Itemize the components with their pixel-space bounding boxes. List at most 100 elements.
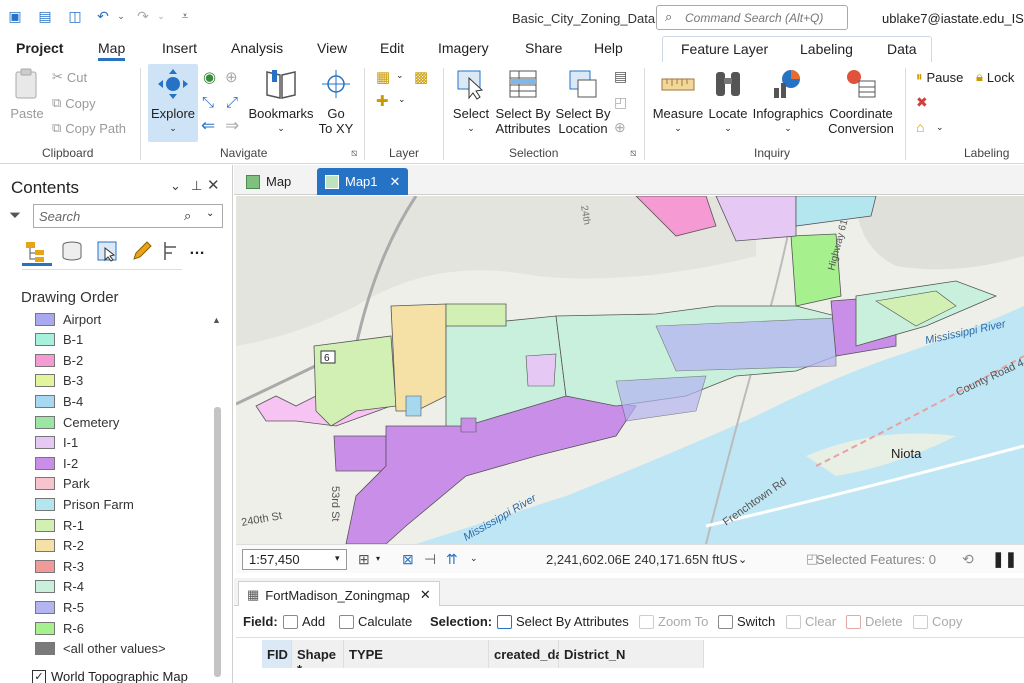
back-arrow-icon[interactable]: ⇐	[201, 116, 215, 136]
tab-analysis[interactable]: Analysis	[231, 40, 283, 56]
close-icon[interactable]: ✕	[420, 587, 431, 603]
column-header-district[interactable]: District_N	[559, 640, 704, 668]
copy-path-button[interactable]: ⧉ Copy Path	[52, 120, 126, 136]
save-icon[interactable]: ◫	[66, 8, 84, 24]
scale-selector[interactable]: 1:57,450 ▾	[242, 549, 347, 570]
fixed-zoom-out-icon[interactable]: ⤢	[226, 94, 238, 111]
tab-insert[interactable]: Insert	[162, 40, 197, 56]
legend-item[interactable]: Park	[35, 475, 90, 493]
select-by-attributes-button[interactable]: Select By Attributes	[494, 68, 552, 136]
measure-button[interactable]: Measure ⌄	[650, 68, 706, 136]
tab-feature-layer[interactable]: Feature Layer	[681, 41, 768, 57]
legend-item[interactable]: R-3	[35, 557, 84, 575]
filter-icon[interactable]: ⏷	[9, 207, 21, 224]
pin-icon[interactable]: ⊥	[191, 178, 202, 194]
map-view[interactable]: Mississippi River Mississippi River Coun…	[236, 196, 1024, 544]
lock-labels-button[interactable]: 🔒︎ Lock	[976, 69, 1014, 85]
add-data-icon[interactable]: ▦	[376, 68, 390, 86]
close-icon[interactable]: ✕	[207, 176, 220, 194]
legend-item[interactable]: B-1	[35, 331, 83, 349]
tab-share[interactable]: Share	[525, 40, 562, 56]
new-project-icon[interactable]: ▣	[6, 8, 24, 24]
scroll-up-icon[interactable]: ▲	[212, 315, 221, 325]
scrollbar-thumb[interactable]	[214, 407, 221, 677]
customize-toolbar-icon[interactable]: ⩡	[176, 8, 194, 24]
basemap-layer-name[interactable]: World Topographic Map	[51, 669, 188, 683]
full-extent-icon[interactable]: ◉	[203, 68, 216, 86]
search-options-dropdown-icon[interactable]: ⌄	[206, 208, 214, 219]
forward-arrow-icon[interactable]: ⇒	[225, 116, 239, 136]
row-selector-header[interactable]	[236, 640, 262, 668]
selection-launcher-icon[interactable]: ⧅	[630, 148, 636, 159]
paste-button[interactable]: Paste	[8, 68, 46, 121]
redo-icon[interactable]: ↷	[134, 8, 152, 24]
list-by-drawing-order-icon[interactable]	[24, 239, 48, 263]
copy-button[interactable]: ⧉ Copy	[52, 95, 96, 111]
pause-drawing-icon[interactable]: ❚❚	[992, 550, 1017, 568]
legend-item[interactable]: R-2	[35, 537, 84, 555]
undo-dropdown-icon[interactable]: ⌄	[112, 8, 130, 24]
legend-item[interactable]: R-5	[35, 598, 84, 616]
pane-options-icon[interactable]: ⌄	[170, 178, 181, 194]
legend-item[interactable]: Airport	[35, 310, 101, 328]
more-options-icon[interactable]: …	[189, 241, 205, 259]
column-header-type[interactable]: TYPE	[344, 640, 489, 668]
add-preset-icon[interactable]: ▩	[414, 68, 428, 86]
coordinate-dropdown-icon[interactable]: ⌄	[738, 553, 747, 566]
tab-map1[interactable]: Map1 ✕	[317, 168, 409, 195]
legend-item[interactable]: <all other values>	[35, 640, 166, 658]
list-by-source-icon[interactable]	[60, 239, 84, 263]
coordinate-conversion-button[interactable]: Coordinate Conversion	[827, 68, 895, 136]
map-canvas[interactable]: Mississippi River Mississippi River Coun…	[236, 196, 1024, 544]
legend-item[interactable]: B-4	[35, 392, 83, 410]
label-priority-icon[interactable]: ⌂	[916, 119, 924, 135]
legend-item[interactable]: I-1	[35, 434, 78, 452]
snapping-icon[interactable]: ⊠	[402, 551, 414, 568]
list-by-selection-icon[interactable]	[95, 239, 119, 263]
column-header-shape[interactable]: Shape *	[292, 640, 344, 677]
delete-selection-button[interactable]: Delete	[846, 614, 903, 629]
legend-item[interactable]: Cemetery	[35, 413, 119, 431]
legend-item[interactable]: B-2	[35, 351, 83, 369]
basemap-visibility-checkbox[interactable]: ✓	[32, 670, 46, 683]
tab-view[interactable]: View	[317, 40, 347, 56]
add-field-button[interactable]: Add	[283, 614, 325, 629]
grid-icon[interactable]: ⊞	[358, 551, 370, 568]
zoom-to-selection-icon[interactable]: ⊕	[614, 119, 626, 136]
calculate-field-button[interactable]: Calculate	[339, 614, 412, 629]
cut-button[interactable]: ✂ Cut	[52, 69, 87, 85]
column-header-created-date[interactable]: created_da	[489, 640, 563, 668]
tab-edit[interactable]: Edit	[380, 40, 404, 56]
infographics-button[interactable]: Infographics ⌄	[750, 68, 826, 136]
zoom-to-button[interactable]: Zoom To	[639, 614, 708, 629]
tab-attribute-table[interactable]: ▦ FortMadison_Zoningmap ✕	[238, 581, 440, 608]
north-arrow-icon[interactable]: ⇈	[446, 551, 458, 568]
label-dropdown-icon[interactable]: ⌄	[936, 122, 944, 133]
constraints-icon[interactable]: ⊣	[424, 551, 436, 568]
contents-scrollbar[interactable]: ▲	[211, 315, 223, 681]
tab-imagery[interactable]: Imagery	[438, 40, 489, 56]
add-graphics-layer-icon[interactable]: ✚	[376, 92, 389, 110]
signed-in-user[interactable]: ublake7@iastate.edu_ISU	[882, 11, 1024, 26]
refresh-icon[interactable]: ⟲	[962, 551, 974, 568]
tab-help[interactable]: Help	[594, 40, 623, 56]
locate-button[interactable]: Locate ⌄	[708, 68, 748, 136]
clear-selection-button[interactable]: Clear	[786, 614, 836, 629]
contents-search-input[interactable]: Search ⌕ ⌄	[33, 204, 223, 228]
list-by-editing-icon[interactable]	[130, 239, 154, 263]
clear-selection-icon[interactable]: ◰	[614, 94, 627, 111]
legend-item[interactable]: B-3	[35, 372, 83, 390]
previous-extent-icon[interactable]: ⊕	[225, 68, 238, 86]
pause-labeling-button[interactable]: ⏸ Pause	[916, 69, 963, 85]
tab-labeling[interactable]: Labeling	[800, 41, 853, 57]
select-by-attributes-button[interactable]: Select By Attributes	[497, 614, 629, 629]
legend-item[interactable]: R-1	[35, 516, 84, 534]
copy-selection-button[interactable]: Copy	[913, 614, 962, 629]
undo-icon[interactable]: ↶	[94, 8, 112, 24]
tab-map[interactable]: Map	[98, 40, 126, 61]
fixed-zoom-in-icon[interactable]: ⤡	[202, 94, 214, 111]
add-data-dropdown-icon[interactable]: ⌄	[396, 70, 404, 81]
bookmarks-button[interactable]: Bookmarks ⌄	[246, 68, 316, 136]
unplaced-labels-icon[interactable]: ✖	[916, 94, 928, 111]
tab-map[interactable]: Map	[238, 168, 299, 195]
